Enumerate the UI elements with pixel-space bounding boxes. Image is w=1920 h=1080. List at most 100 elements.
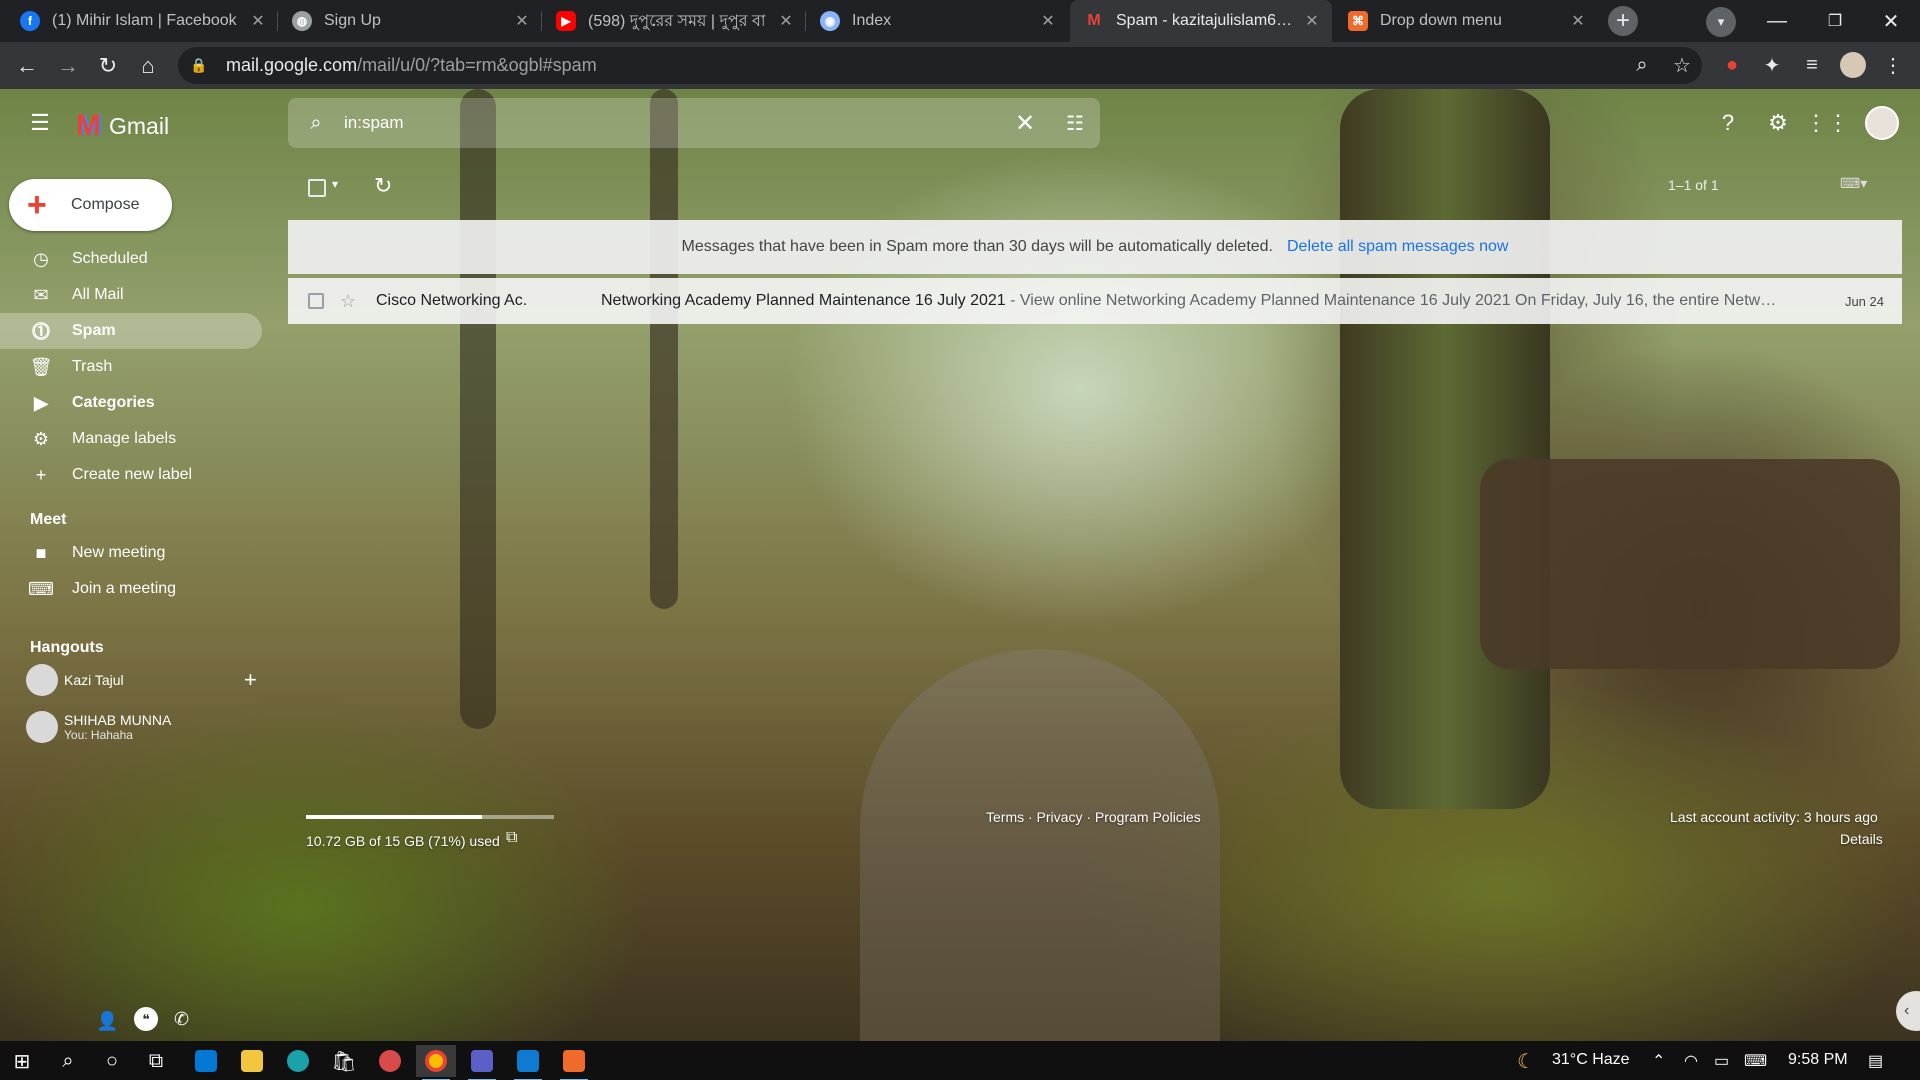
refresh-icon[interactable]: ↻ (374, 173, 392, 199)
tab-facebook[interactable]: f (1) Mihir Islam | Facebook ✕ (6, 0, 278, 42)
meet-new-meeting[interactable]: ■ New meeting (0, 535, 262, 571)
close-icon[interactable]: ✕ (1302, 11, 1322, 31)
delete-all-spam-link[interactable]: Delete all spam messages now (1287, 238, 1508, 256)
close-icon[interactable]: ✕ (776, 11, 796, 31)
select-all-checkbox[interactable] (308, 179, 326, 197)
task-view-icon[interactable]: ⧉ (136, 1045, 176, 1077)
search-options-icon[interactable]: ☷ (1050, 111, 1100, 136)
hangouts-icon[interactable]: ❝ (134, 1007, 158, 1031)
notifications-icon[interactable]: ▤ (1868, 1051, 1883, 1071)
clock-time[interactable]: 9:58 PM (1788, 1051, 1848, 1069)
sidebar-item-manage-labels[interactable]: ⚙ Manage labels (0, 421, 262, 457)
weather-moon-icon[interactable]: ☾ (1506, 1045, 1546, 1077)
close-icon[interactable]: ✕ (1568, 11, 1588, 31)
person-icon[interactable]: 👤 (96, 1011, 118, 1032)
tab-drop-down-menu[interactable]: ⌘ Drop down menu ✕ (1334, 0, 1598, 42)
vscode-icon[interactable] (508, 1045, 548, 1080)
app-icon[interactable] (370, 1045, 410, 1077)
log-decoration (1480, 459, 1900, 669)
address-bar[interactable]: 🔒 mail.google.com/mail/u/0/?tab=rm&ogbl#… (178, 47, 1702, 84)
sidebar-item-label: Trash (72, 358, 113, 375)
storage-usage-fill (306, 815, 483, 819)
tab-gmail-spam[interactable]: M Spam - kazitajulislam6@gm ✕ (1070, 0, 1332, 42)
meet-join-meeting[interactable]: ⌨ Join a meeting (0, 571, 262, 607)
hangouts-contact[interactable]: SHIHAB MUNNA You: Hahaha (26, 711, 171, 743)
store-icon[interactable]: 🛍 (324, 1045, 364, 1077)
chevron-up-icon[interactable]: ⌃ (1652, 1051, 1665, 1071)
input-tools-icon[interactable]: ⌨▾ (1840, 175, 1867, 192)
search-input[interactable]: in:spam (344, 113, 1000, 133)
external-link-icon[interactable]: ⧉ (506, 829, 517, 847)
sidebar-item-trash[interactable]: 🗑 Trash (0, 349, 262, 385)
chrome-menu-icon[interactable]: ⋮ (1878, 50, 1908, 80)
extensions-puzzle-icon[interactable]: ✦ (1757, 50, 1787, 80)
account-avatar[interactable] (1862, 103, 1902, 143)
sidebar-item-label: Manage labels (72, 430, 177, 447)
sidebar-item-create-label[interactable]: + Create new label (0, 457, 262, 493)
teams-icon[interactable] (462, 1045, 502, 1080)
minimize-button[interactable]: — (1748, 0, 1806, 42)
settings-gear-icon[interactable]: ⚙ (1758, 103, 1798, 143)
close-icon[interactable]: ✕ (1038, 11, 1058, 31)
side-panel-toggle-icon[interactable]: ‹ (1896, 991, 1920, 1031)
contact-name: Kazi Tajul (64, 672, 124, 688)
profile-avatar[interactable] (1838, 50, 1868, 80)
sidebar-item-all-mail[interactable]: ✉ All Mail (0, 277, 262, 313)
gmail-logo[interactable]: M Gmail (76, 109, 169, 143)
codepen-app-icon[interactable] (554, 1045, 594, 1080)
url-path: /mail/u/0/?tab=rm&ogbl#spam (357, 55, 597, 75)
close-icon[interactable]: ✕ (248, 11, 268, 31)
extension-record-icon[interactable]: ● (1717, 50, 1747, 80)
compose-plus-icon: + (27, 186, 47, 224)
email-row[interactable]: ☆ Cisco Networking Ac. Networking Academ… (288, 278, 1902, 324)
edge-icon[interactable] (278, 1045, 318, 1077)
home-button[interactable]: ⌂ (132, 50, 164, 82)
mail-app-icon[interactable] (186, 1045, 226, 1077)
tab-index[interactable]: ◉ Index ✕ (806, 0, 1068, 42)
chrome-icon[interactable] (416, 1045, 456, 1080)
clear-search-icon[interactable]: ✕ (1000, 109, 1050, 138)
sidebar-item-scheduled[interactable]: ◷ Scheduled (0, 241, 262, 277)
compose-button[interactable]: + Compose (9, 179, 172, 231)
tab-title: Drop down menu (1380, 12, 1502, 29)
back-button[interactable]: ← (11, 50, 43, 82)
weather-text[interactable]: 31°C Haze (1552, 1051, 1630, 1069)
hangouts-contact[interactable]: Kazi Tajul (26, 664, 124, 696)
reload-button[interactable]: ↻ (92, 50, 124, 82)
tab-search-button[interactable]: ▾ (1706, 7, 1736, 37)
search-bar[interactable]: ⌕ in:spam ✕ ☷ (288, 98, 1100, 148)
cortana-icon[interactable]: ○ (92, 1045, 132, 1077)
avatar (26, 664, 58, 696)
help-icon[interactable]: ? (1708, 103, 1748, 143)
restore-button[interactable]: ❐ (1806, 0, 1864, 42)
chevron-down-icon[interactable]: ▾ (332, 177, 338, 191)
scheduled-icon: ◷ (33, 248, 49, 269)
footer-policy-links[interactable]: Terms · Privacy · Program Policies (986, 809, 1201, 825)
window-close-button[interactable]: ✕ (1862, 0, 1920, 42)
search-icon[interactable]: ⌕ (48, 1045, 88, 1077)
sidebar-item-spam[interactable]: ⓵ Spam (0, 313, 262, 349)
email-checkbox[interactable] (308, 293, 324, 309)
google-apps-icon[interactable]: ⋮⋮ (1805, 103, 1849, 143)
tab-sign-up[interactable]: ◍ Sign Up ✕ (278, 0, 542, 42)
sidebar-item-label: Spam (72, 322, 116, 339)
new-tab-button[interactable]: + (1608, 6, 1638, 36)
forward-button[interactable]: → (52, 50, 84, 82)
file-explorer-icon[interactable] (232, 1045, 272, 1077)
search-icon[interactable]: ⌕ (288, 112, 344, 135)
star-icon[interactable]: ☆ (340, 291, 360, 312)
add-contact-icon[interactable]: + (244, 667, 257, 693)
sidebar-item-categories[interactable]: ▶ Categories (0, 385, 262, 421)
activity-details-link[interactable]: Details (1840, 831, 1883, 847)
keyboard-icon[interactable]: ⌨ (1744, 1051, 1767, 1071)
wifi-icon[interactable]: ◠ (1684, 1051, 1698, 1071)
tab-youtube[interactable]: ▶ (598) দুপুরের সময় | দুপুর বা ✕ (542, 0, 806, 42)
bookmark-star-icon[interactable]: ☆ (1667, 50, 1697, 80)
media-control-icon[interactable]: ≡ (1797, 50, 1827, 80)
phone-icon[interactable]: ✆ (174, 1009, 189, 1030)
windows-start-icon[interactable]: ⊞ (2, 1045, 42, 1077)
close-icon[interactable]: ✕ (512, 11, 532, 31)
main-menu-icon[interactable]: ☰ (20, 103, 60, 143)
zoom-icon[interactable]: ⌕ (1627, 50, 1657, 80)
battery-icon[interactable]: ▭ (1714, 1051, 1729, 1071)
